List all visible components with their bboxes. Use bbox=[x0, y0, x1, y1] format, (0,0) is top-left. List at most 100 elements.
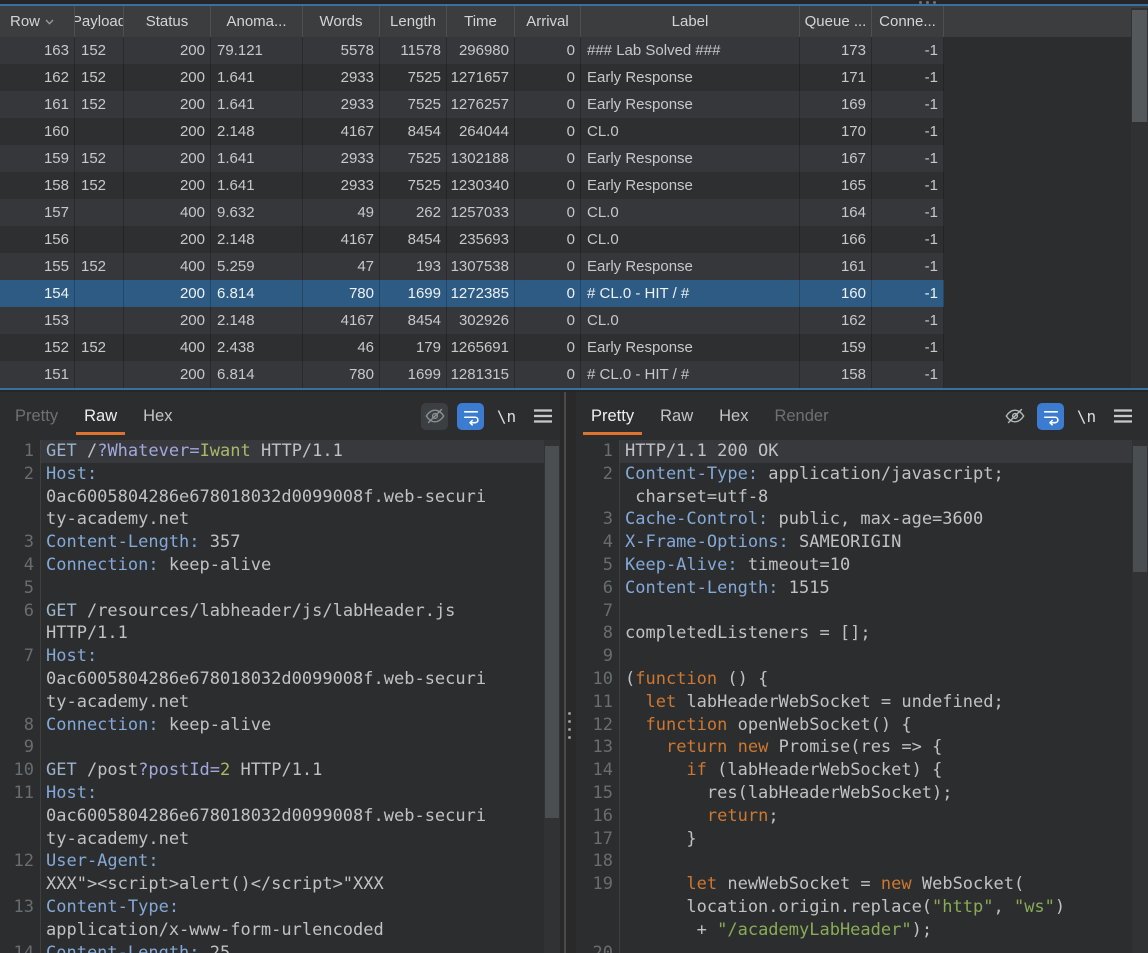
cell-words: 46 bbox=[303, 334, 380, 361]
response-scrollbar-thumb[interactable] bbox=[1133, 446, 1147, 572]
editors-splitter[interactable] bbox=[560, 392, 576, 953]
column-header-anomaly[interactable]: Anoma... bbox=[211, 6, 303, 37]
column-header-words[interactable]: Words bbox=[303, 6, 380, 37]
cell-connection: -1 bbox=[872, 37, 944, 64]
code-line: 12 function openWebSocket() { bbox=[576, 714, 1132, 737]
column-label: Row bbox=[10, 13, 40, 30]
code-text: 0ac6005804286e678018032d0099008f.web-sec… bbox=[41, 805, 544, 828]
splitter-grip-icon[interactable] bbox=[568, 712, 571, 739]
code-line: 4X-Frame-Options: SAMEORIGIN bbox=[576, 531, 1132, 554]
column-header-status[interactable]: Status bbox=[124, 6, 211, 37]
newline-toggle-icon[interactable]: \n bbox=[493, 403, 520, 430]
request-tab-raw[interactable]: Raw bbox=[73, 392, 128, 440]
cell-time: 1307538 bbox=[447, 253, 515, 280]
cell-anomaly: 2.148 bbox=[211, 307, 303, 334]
cell-queue: 158 bbox=[800, 361, 872, 388]
word-wrap-icon[interactable] bbox=[1037, 403, 1064, 430]
cell-payload: 152 bbox=[75, 91, 124, 118]
column-header-row[interactable]: Row bbox=[0, 6, 75, 37]
column-header-arrival[interactable]: Arrival bbox=[515, 6, 581, 37]
cell-arrival: 0 bbox=[515, 280, 581, 307]
cell-status: 200 bbox=[124, 280, 211, 307]
cell-connection: -1 bbox=[872, 199, 944, 226]
code-line: 7 bbox=[576, 600, 1132, 623]
code-text: Host: bbox=[41, 645, 544, 668]
cell-filler bbox=[944, 37, 1148, 64]
line-number: 12 bbox=[576, 714, 620, 737]
code-line: 12User-Agent: bbox=[0, 850, 544, 873]
cell-queue: 167 bbox=[800, 145, 872, 172]
request-editor-content[interactable]: 1GET /?Whatever=Iwant HTTP/1.12Host:0ac6… bbox=[0, 440, 544, 953]
table-row-154[interactable]: 1542006.814780169912723850# CL.0 - HIT /… bbox=[0, 280, 1148, 307]
response-editor-content[interactable]: 1HTTP/1.1 200 OK2Content-Type: applicati… bbox=[576, 440, 1132, 953]
response-tab-raw[interactable]: Raw bbox=[649, 392, 704, 440]
column-header-queue[interactable]: Queue ... bbox=[800, 6, 872, 37]
cell-row: 153 bbox=[0, 307, 75, 334]
column-header-connection[interactable]: Conne... bbox=[872, 6, 944, 37]
response-tab-render[interactable]: Render bbox=[763, 392, 839, 440]
intruder-results-window: Row PayloadStatusAnoma...WordsLengthTimeA… bbox=[0, 0, 1148, 953]
cell-payload bbox=[75, 361, 124, 388]
table-row-162[interactable]: 1621522001.6412933752512716570Early Resp… bbox=[0, 64, 1148, 91]
cell-queue: 161 bbox=[800, 253, 872, 280]
cell-label: CL.0 bbox=[581, 226, 800, 253]
hide-irrelevant-eye-slash-icon[interactable] bbox=[1001, 403, 1028, 430]
code-text: Content-Length: 357 bbox=[41, 531, 544, 554]
code-text: GET /post?postId=2 HTTP/1.1 bbox=[41, 759, 544, 782]
table-row-152[interactable]: 1521524002.4384617912656910Early Respons… bbox=[0, 334, 1148, 361]
line-number bbox=[0, 805, 41, 828]
table-row-159[interactable]: 1591522001.6412933752513021880Early Resp… bbox=[0, 145, 1148, 172]
cell-label: CL.0 bbox=[581, 199, 800, 226]
cell-arrival: 0 bbox=[515, 361, 581, 388]
table-row-157[interactable]: 1574009.6324926212570330CL.0164-1 bbox=[0, 199, 1148, 226]
table-row-158[interactable]: 1581522001.6412933752512303400Early Resp… bbox=[0, 172, 1148, 199]
table-row-155[interactable]: 1551524005.2594719313075380Early Respons… bbox=[0, 253, 1148, 280]
response-tab-pretty[interactable]: Pretty bbox=[580, 392, 645, 440]
table-scrollbar[interactable] bbox=[1131, 8, 1148, 388]
cell-filler bbox=[944, 361, 1148, 388]
cell-label: Early Response bbox=[581, 145, 800, 172]
code-line: 13 return new Promise(res => { bbox=[576, 736, 1132, 759]
table-row-161[interactable]: 1611522001.6412933752512762570Early Resp… bbox=[0, 91, 1148, 118]
cell-anomaly: 1.641 bbox=[211, 91, 303, 118]
cell-queue: 171 bbox=[800, 64, 872, 91]
response-scrollbar[interactable] bbox=[1132, 440, 1148, 953]
request-tab-pretty[interactable]: Pretty bbox=[4, 392, 69, 440]
cell-words: 4167 bbox=[303, 307, 380, 334]
column-header-payload[interactable]: Payload bbox=[75, 6, 124, 37]
newline-toggle-icon[interactable]: \n bbox=[1073, 403, 1100, 430]
request-scrollbar-thumb[interactable] bbox=[545, 446, 559, 818]
menu-icon[interactable] bbox=[529, 403, 556, 430]
cell-arrival: 0 bbox=[515, 334, 581, 361]
table-row-153[interactable]: 1532002.148416784543029260CL.0162-1 bbox=[0, 307, 1148, 334]
menu-icon[interactable] bbox=[1109, 403, 1136, 430]
cell-anomaly: 5.259 bbox=[211, 253, 303, 280]
request-scrollbar[interactable] bbox=[544, 440, 560, 953]
cell-filler bbox=[944, 226, 1148, 253]
request-tab-hex[interactable]: Hex bbox=[132, 392, 183, 440]
table-scrollbar-thumb[interactable] bbox=[1132, 10, 1147, 122]
cell-label: Early Response bbox=[581, 334, 800, 361]
cell-words: 5578 bbox=[303, 37, 380, 64]
column-header-time[interactable]: Time bbox=[447, 6, 515, 37]
cell-status: 200 bbox=[124, 307, 211, 334]
hide-irrelevant-eye-slash-icon[interactable] bbox=[421, 403, 448, 430]
cell-filler bbox=[944, 91, 1148, 118]
line-number: 12 bbox=[0, 850, 41, 873]
code-line: HTTP/1.1 bbox=[0, 622, 544, 645]
code-line: 10GET /post?postId=2 HTTP/1.1 bbox=[0, 759, 544, 782]
cell-anomaly: 2.148 bbox=[211, 226, 303, 253]
word-wrap-icon[interactable] bbox=[457, 403, 484, 430]
cell-label: Early Response bbox=[581, 91, 800, 118]
line-number: 15 bbox=[576, 782, 620, 805]
line-number: 16 bbox=[576, 805, 620, 828]
column-header-label[interactable]: Label bbox=[581, 6, 800, 37]
table-row-156[interactable]: 1562002.148416784542356930CL.0166-1 bbox=[0, 226, 1148, 253]
table-row-160[interactable]: 1602002.148416784542640440CL.0170-1 bbox=[0, 118, 1148, 145]
table-row-151[interactable]: 1512006.814780169912813150# CL.0 - HIT /… bbox=[0, 361, 1148, 388]
column-header-length[interactable]: Length bbox=[380, 6, 447, 37]
response-toolbar: \n bbox=[1001, 392, 1148, 440]
table-row-163[interactable]: 16315220079.1215578115782969800### Lab S… bbox=[0, 37, 1148, 64]
response-tab-hex[interactable]: Hex bbox=[708, 392, 759, 440]
cell-arrival: 0 bbox=[515, 253, 581, 280]
